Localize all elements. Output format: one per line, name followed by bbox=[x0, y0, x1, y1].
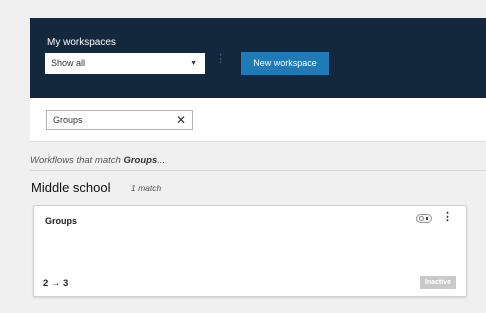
toggle-icon[interactable] bbox=[416, 214, 432, 223]
workflow-card[interactable]: Groups ⋮ 2 → 3 Inactive bbox=[33, 205, 467, 297]
workspace-header: My workspaces Show all ▼ ⋮ New workspace bbox=[30, 18, 486, 98]
toggle-knob bbox=[419, 216, 424, 221]
page-title: My workspaces bbox=[47, 37, 116, 48]
new-workspace-button[interactable]: New workspace bbox=[241, 52, 329, 75]
workspace-filter-select[interactable]: Show all ▼ bbox=[45, 53, 205, 74]
search-input-value: Groups bbox=[53, 115, 83, 125]
workflow-title[interactable]: Groups bbox=[45, 216, 77, 226]
caret-down-icon: ▼ bbox=[190, 60, 197, 67]
toggle-bar bbox=[426, 217, 428, 220]
kebab-icon[interactable]: ⋮ bbox=[215, 54, 226, 65]
workflow-steps: 2 → 3 bbox=[43, 278, 69, 289]
section-match-count: 1 match bbox=[131, 183, 162, 193]
results-prefix: Workflows that match bbox=[30, 155, 124, 166]
divider bbox=[30, 170, 486, 171]
section-title: Middle school bbox=[31, 180, 111, 195]
workspace-filter-value: Show all bbox=[51, 58, 86, 68]
search-bar: Groups ✕ bbox=[30, 98, 486, 142]
results-term: Groups bbox=[123, 155, 158, 166]
results-suffix: ... bbox=[157, 155, 166, 166]
kebab-icon[interactable]: ⋮ bbox=[442, 212, 453, 223]
close-icon[interactable]: ✕ bbox=[176, 113, 186, 127]
search-input[interactable]: Groups ✕ bbox=[46, 110, 193, 130]
status-badge: Inactive bbox=[419, 276, 456, 289]
results-note: Workflows that match Groups... bbox=[30, 155, 165, 166]
